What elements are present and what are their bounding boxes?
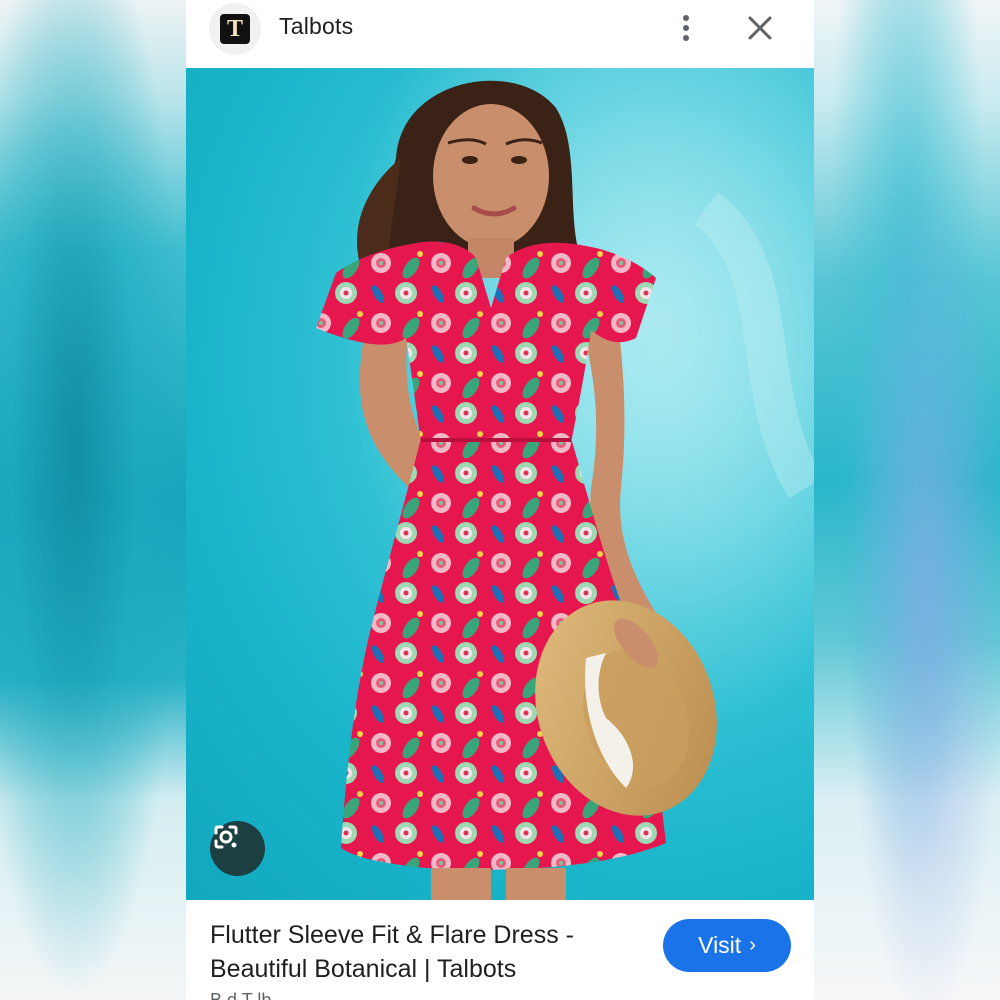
visit-button[interactable]: Visit › xyxy=(663,919,791,972)
site-logo[interactable]: T xyxy=(209,3,261,55)
lens-search-icon xyxy=(214,825,238,849)
more-vert-icon xyxy=(683,15,689,41)
result-source: B d T lb xyxy=(210,990,272,1000)
more-options-button[interactable] xyxy=(670,10,702,46)
close-icon xyxy=(748,16,772,40)
talbots-logo-icon: T xyxy=(220,14,250,44)
visit-label: Visit xyxy=(698,932,742,958)
result-title[interactable]: Flutter Sleeve Fit & Flare Dress - Beaut… xyxy=(210,918,640,986)
result-title-line-1: Flutter Sleeve Fit & Flare Dress - xyxy=(210,921,574,949)
product-photo[interactable] xyxy=(186,68,814,900)
close-button[interactable] xyxy=(742,10,778,46)
chevron-right-icon: › xyxy=(749,933,756,956)
blurred-background-right xyxy=(814,0,1000,1000)
site-name[interactable]: Talbots xyxy=(279,13,353,40)
image-preview-card: T Talbots Flutter Sleeve Fit & Flare Dre… xyxy=(186,0,814,1000)
lens-search-button[interactable] xyxy=(210,821,265,876)
result-title-line-2: Beautiful Botanical | Talbots xyxy=(210,955,517,983)
model-illustration xyxy=(186,68,814,900)
blurred-background-left xyxy=(0,0,186,1000)
preview-header: T Talbots xyxy=(186,0,814,68)
